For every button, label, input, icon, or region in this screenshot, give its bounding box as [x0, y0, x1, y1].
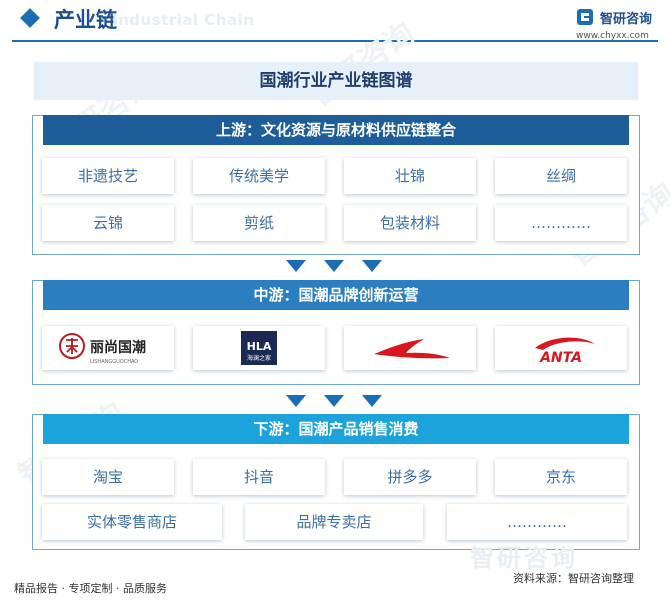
down-arrow-icon — [286, 395, 306, 407]
main-title: 国潮行业产业链图谱 — [259, 71, 413, 91]
down-arrow-icon — [324, 260, 344, 272]
hla-logo: HLA 海澜之家 — [241, 331, 277, 365]
lishang-logo-sub: LISHANGGUOCHAO — [90, 359, 138, 365]
upstream-item: 云锦 — [42, 205, 174, 241]
upstream-item: 丝绸 — [495, 158, 627, 194]
down-arrow-icon — [286, 260, 306, 272]
li-ning-logo — [374, 339, 450, 359]
upstream-section: 上游：文化资源与原材料供应链整合 非遗技艺 传统美学 壮锦 丝绸 云锦 剪纸 包… — [32, 115, 640, 255]
header-divider — [12, 40, 658, 42]
downstream-item: ………… — [447, 504, 627, 540]
downstream-section: 下游：国潮产品销售消费 淘宝 抖音 拼多多 京东 实体零售商店 品牌专卖店 ……… — [32, 414, 640, 550]
footer-slogan: 精品报告 · 专项定制 · 品质服务 — [14, 582, 167, 595]
downstream-item: 实体零售商店 — [42, 504, 222, 540]
downstream-header: 下游：国潮产品销售消费 — [43, 414, 629, 444]
downstream-item: 拼多多 — [344, 459, 476, 495]
header-ghost-text: Industrial Chain — [112, 11, 255, 29]
brand-name: 智研咨询 — [600, 12, 653, 27]
brand-logo-card — [344, 326, 476, 370]
upstream-item: 非遗技艺 — [42, 158, 174, 194]
anta-logo: ANTA — [535, 337, 595, 366]
upstream-item: 壮锦 — [344, 158, 476, 194]
brand-logo-card: HLA 海澜之家 — [193, 326, 325, 370]
footer-watermark: 智研咨询 — [470, 544, 578, 572]
brand-logo-card: ANTA — [495, 326, 627, 370]
page-header: 产业链 Industrial Chain 智研咨询 www.chyxx.com — [0, 0, 670, 46]
upstream-item: 传统美学 — [193, 158, 325, 194]
hla-logo-sub: 海澜之家 — [247, 354, 271, 362]
downstream-item: 抖音 — [193, 459, 325, 495]
source-note: 资料来源：智研咨询整理 — [513, 572, 634, 585]
downstream-item: 淘宝 — [42, 459, 174, 495]
upstream-item: 剪纸 — [193, 205, 325, 241]
midstream-header: 中游：国潮品牌创新运营 — [43, 280, 629, 310]
downstream-item: 品牌专卖店 — [245, 504, 423, 540]
down-arrow-icon — [324, 395, 344, 407]
brand-logo-icon — [577, 9, 593, 25]
brand-url: www.chyxx.com — [576, 31, 649, 41]
downstream-item: 京东 — [495, 459, 627, 495]
midstream-section: 中游：国潮品牌创新运营 丽尚国潮 LISHANGGUOCHAO HLA 海澜之家… — [32, 280, 640, 385]
diamond-icon — [20, 8, 40, 28]
upstream-item: 包装材料 — [344, 205, 476, 241]
anta-logo-text: ANTA — [539, 350, 582, 366]
lishang-guochao-logo: 丽尚国潮 LISHANGGUOCHAO — [59, 333, 146, 365]
upstream-item: ………… — [495, 205, 627, 241]
lishang-logo-text: 丽尚国潮 — [90, 339, 146, 356]
brand-logo-card: 丽尚国潮 LISHANGGUOCHAO — [42, 326, 174, 370]
main-title-band: 国潮行业产业链图谱 — [34, 62, 638, 100]
hla-logo-text: HLA — [247, 340, 272, 353]
upstream-header: 上游：文化资源与原材料供应链整合 — [43, 115, 629, 145]
down-arrow-icon — [362, 260, 382, 272]
header-title: 产业链 — [54, 8, 117, 32]
down-arrow-icon — [362, 395, 382, 407]
